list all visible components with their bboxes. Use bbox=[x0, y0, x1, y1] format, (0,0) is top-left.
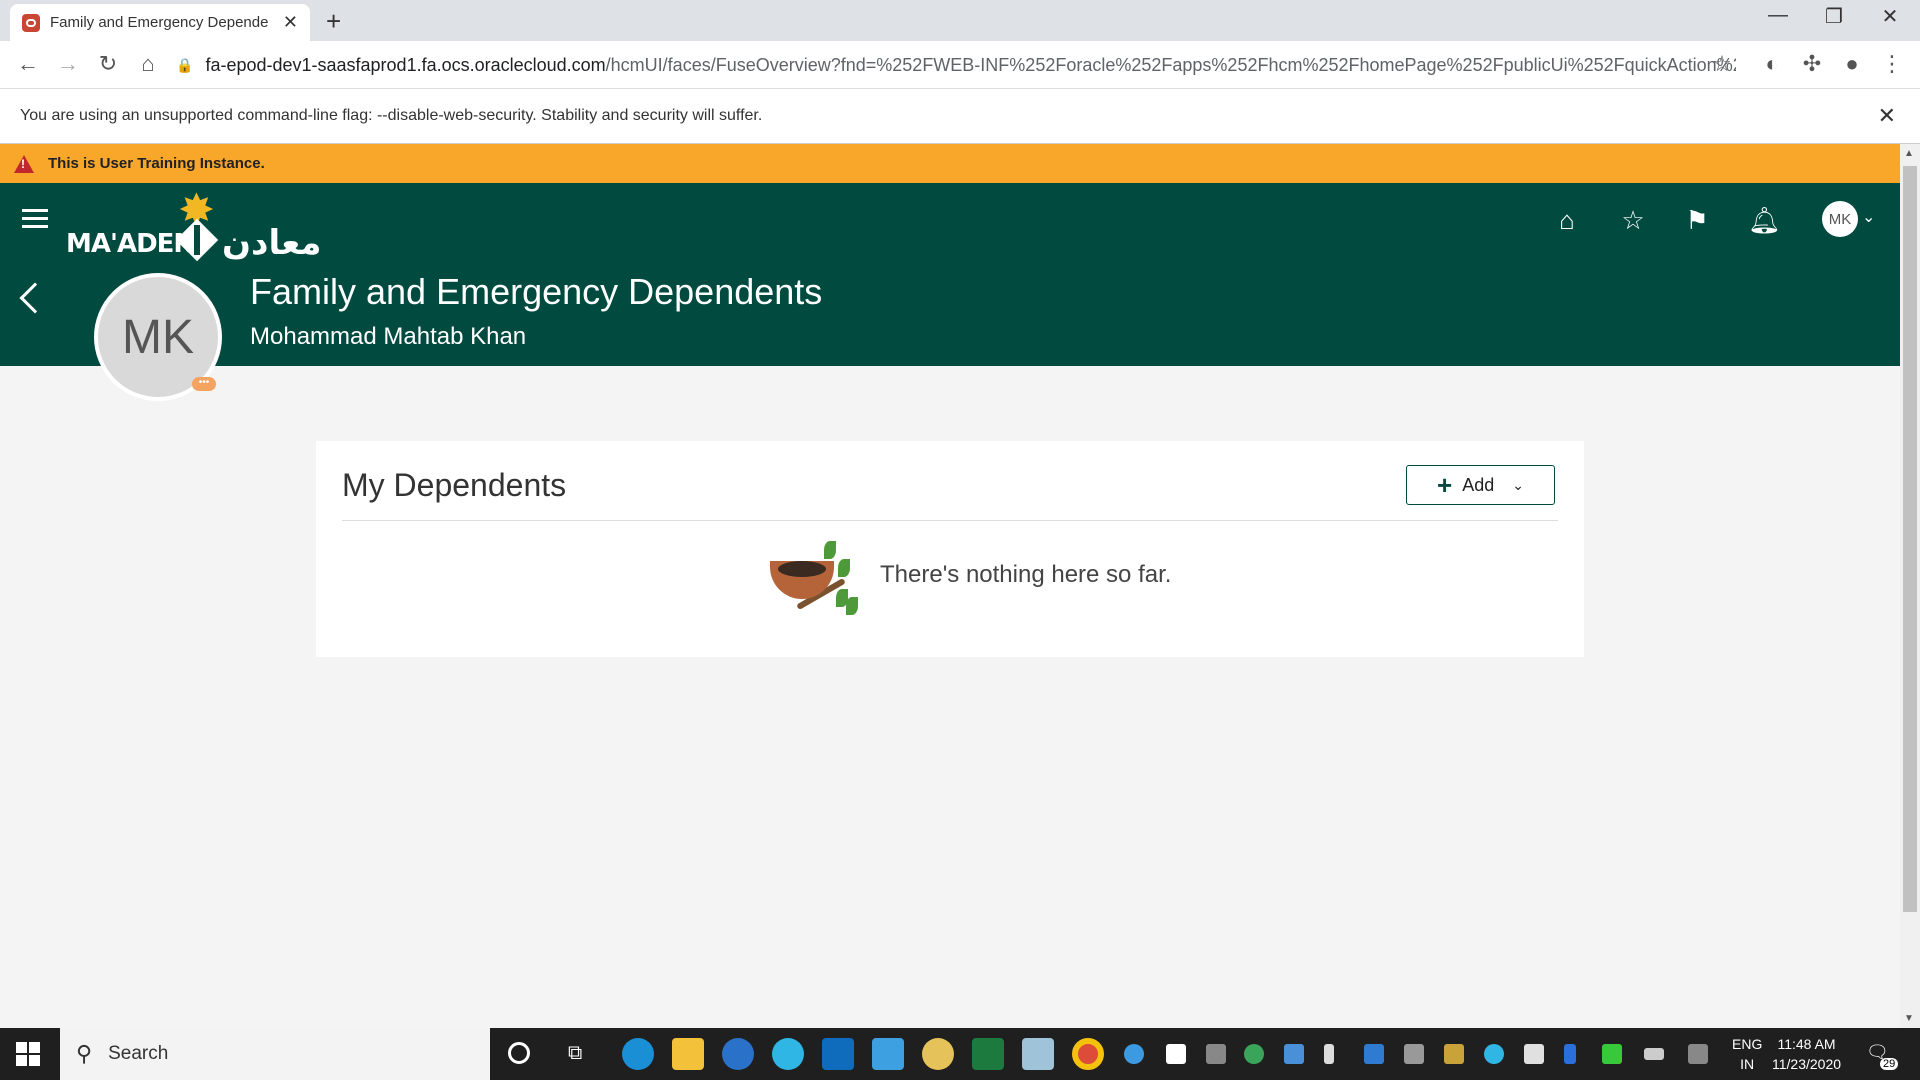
empty-state-text: There's nothing here so far. bbox=[880, 561, 1172, 588]
back-icon[interactable]: ← bbox=[14, 51, 42, 77]
address-bar[interactable]: 🔒 fa-epod-dev1-saasfaprod1.fa.ocs.oracle… bbox=[176, 49, 1736, 81]
tray-sync-icon[interactable] bbox=[1244, 1044, 1264, 1064]
training-instance-banner: This is User Training Instance. bbox=[0, 144, 1900, 183]
reload-icon[interactable]: ↻ bbox=[94, 51, 122, 77]
plus-icon: + bbox=[1437, 470, 1453, 500]
card-title: My Dependents bbox=[342, 467, 567, 503]
oracle-favicon-icon bbox=[22, 13, 40, 32]
maaden-logo[interactable]: ✸ MA'ADEN معادن bbox=[64, 186, 334, 263]
page-title: Family and Emergency Dependents bbox=[250, 271, 823, 312]
search-icon: ⚲ bbox=[76, 1041, 93, 1066]
language-indicator[interactable]: ENG IN bbox=[1732, 1034, 1762, 1074]
app-snowflake-icon[interactable] bbox=[872, 1038, 904, 1070]
restore-icon[interactable]: ❐ bbox=[1806, 4, 1862, 29]
tray-green-icon[interactable] bbox=[1602, 1044, 1622, 1064]
infobar-close-icon[interactable]: ✕ bbox=[1878, 103, 1896, 129]
watchlist-flag-icon[interactable]: ⚑ bbox=[1682, 205, 1712, 235]
taskbar-search-placeholder: Search bbox=[108, 1043, 169, 1064]
favorites-star-icon[interactable]: ☆ bbox=[1618, 205, 1648, 235]
notifications-bell-icon[interactable]: 🔔︎ bbox=[1748, 205, 1781, 235]
region-code: IN bbox=[1740, 1056, 1755, 1072]
empty-state: There's nothing here so far. bbox=[764, 535, 1171, 615]
windows-start-icon[interactable] bbox=[16, 1042, 40, 1066]
scroll-down-arrow-icon[interactable]: ▼ bbox=[1904, 1013, 1914, 1024]
add-dependent-button[interactable]: + Add ⌄ bbox=[1406, 465, 1555, 505]
tab-title: Family and Emergency Depende bbox=[50, 14, 269, 31]
home-icon[interactable]: ⌂ bbox=[134, 51, 162, 77]
volume-icon[interactable] bbox=[1404, 1044, 1424, 1064]
language-code: ENG bbox=[1732, 1036, 1763, 1052]
app-header: ✸ MA'ADEN معادن ⌂ ☆ ⚑ 🔔︎ MK ⌄ MK ••• Fam… bbox=[0, 183, 1900, 401]
lock-icon[interactable]: 🔒 bbox=[176, 57, 193, 74]
extensions-puzzle-icon[interactable]: ✣ bbox=[1798, 51, 1826, 77]
navigator-menu-icon[interactable] bbox=[22, 209, 48, 233]
browser-tab[interactable]: Family and Emergency Depende ✕ bbox=[10, 4, 310, 41]
bird-nest-icon bbox=[764, 535, 858, 615]
training-banner-text: This is User Training Instance. bbox=[48, 155, 265, 172]
notification-count-badge: 29 bbox=[1880, 1058, 1899, 1070]
profile-icon[interactable]: ● bbox=[1838, 51, 1866, 77]
infobar-text: You are using an unsupported command-lin… bbox=[20, 107, 763, 124]
wifi-icon[interactable] bbox=[1206, 1044, 1226, 1064]
unsupported-flag-infobar: You are using an unsupported command-lin… bbox=[0, 89, 1920, 144]
forward-icon[interactable]: → bbox=[54, 51, 82, 77]
tray-globe-icon[interactable] bbox=[1124, 1044, 1144, 1064]
bluetooth-icon[interactable] bbox=[1564, 1044, 1576, 1064]
url-path: /hcmUI/faces/FuseOverview?fnd=%252FWEB-I… bbox=[605, 54, 1736, 75]
scroll-up-arrow-icon[interactable]: ▲ bbox=[1904, 148, 1914, 159]
taskbar-search-box[interactable]: ⚲ Search bbox=[60, 1028, 490, 1080]
excel-icon[interactable] bbox=[972, 1038, 1004, 1070]
window-close-icon[interactable]: ✕ bbox=[1862, 4, 1918, 29]
chevron-down-icon: ⌄ bbox=[1512, 476, 1524, 493]
close-tab-icon[interactable]: ✕ bbox=[283, 12, 298, 33]
page-scrollbar[interactable]: ▲ ▼ bbox=[1900, 144, 1920, 1028]
home-icon[interactable]: ⌂ bbox=[1552, 205, 1582, 235]
back-chevron-icon[interactable] bbox=[19, 282, 51, 314]
edge-browser-icon[interactable] bbox=[622, 1038, 654, 1070]
windows-taskbar: ⚲ Search ⧉ ENG IN 11:48 AM 11/23/2020 🗨︎… bbox=[0, 1028, 1920, 1080]
add-button-label: Add bbox=[1462, 474, 1495, 495]
app-circle-icon[interactable] bbox=[772, 1038, 804, 1070]
battery-icon[interactable] bbox=[1644, 1048, 1664, 1060]
user-menu-chevron-icon[interactable]: ⌄ bbox=[1862, 207, 1875, 227]
shield-icon[interactable] bbox=[1524, 1044, 1544, 1064]
minimize-icon[interactable]: — bbox=[1750, 4, 1806, 27]
task-view-icon[interactable]: ⧉ bbox=[568, 1042, 582, 1065]
tray-circle-icon[interactable] bbox=[1484, 1044, 1504, 1064]
user-avatar[interactable]: MK bbox=[1822, 201, 1858, 237]
url-text: fa-epod-dev1-saasfaprod1.fa.ocs.oraclecl… bbox=[205, 55, 1736, 76]
extension-circle-icon[interactable]: ◐ bbox=[1758, 51, 1786, 77]
bookmark-star-icon[interactable]: ☆ bbox=[1708, 51, 1736, 77]
person-name: Mohammad Mahtab Khan bbox=[250, 323, 527, 350]
divider bbox=[342, 520, 1558, 521]
url-host: fa-epod-dev1-saasfaprod1.fa.ocs.oraclecl… bbox=[205, 54, 606, 75]
teams-chat-icon[interactable] bbox=[722, 1038, 754, 1070]
tray-app-icon[interactable] bbox=[1166, 1044, 1186, 1064]
app-notebook-icon[interactable] bbox=[1022, 1038, 1054, 1070]
scroll-thumb[interactable] bbox=[1903, 166, 1917, 912]
logo-arabic-text: معادن bbox=[222, 223, 322, 263]
warning-icon bbox=[14, 154, 34, 173]
my-dependents-card: My Dependents + Add ⌄ There's nothing he… bbox=[316, 441, 1584, 657]
browser-toolbar: ← → ↻ ⌂ 🔒 fa-epod-dev1-saasfaprod1.fa.oc… bbox=[0, 41, 1920, 89]
new-tab-icon[interactable]: + bbox=[326, 6, 341, 37]
cortana-icon[interactable] bbox=[508, 1042, 530, 1064]
pen-icon[interactable] bbox=[1688, 1044, 1708, 1064]
presence-badge-icon: ••• bbox=[192, 377, 216, 391]
logo-latin-text: MA'ADEN bbox=[66, 229, 195, 259]
tray-window-icon[interactable] bbox=[1284, 1044, 1304, 1064]
app-clock-icon[interactable] bbox=[922, 1038, 954, 1070]
tray-outlook-icon[interactable] bbox=[1364, 1044, 1384, 1064]
outlook-icon[interactable] bbox=[822, 1038, 854, 1070]
microphone-icon[interactable] bbox=[1324, 1044, 1334, 1064]
browser-menu-icon[interactable]: ⋮ bbox=[1878, 51, 1906, 77]
clock-date: 11/23/2020 bbox=[1772, 1056, 1842, 1072]
chrome-icon[interactable] bbox=[1072, 1038, 1104, 1070]
clock[interactable]: 11:48 AM 11/23/2020 bbox=[1772, 1034, 1841, 1074]
file-explorer-icon[interactable] bbox=[672, 1038, 704, 1070]
clock-time: 11:48 AM bbox=[1777, 1036, 1836, 1052]
browser-tab-strip: Family and Emergency Depende ✕ + — ❐ ✕ bbox=[0, 0, 1920, 41]
tray-folder-icon[interactable] bbox=[1444, 1044, 1464, 1064]
